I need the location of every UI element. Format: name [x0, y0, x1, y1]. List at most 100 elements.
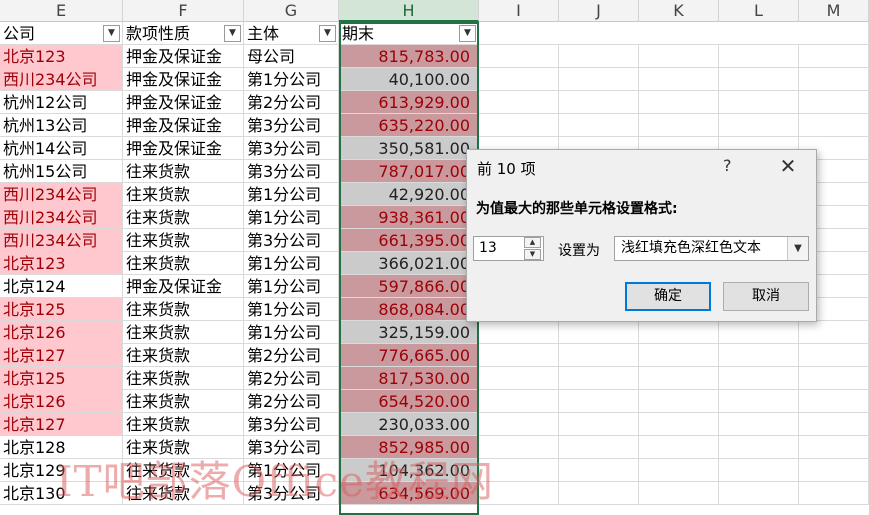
col-header-m[interactable]: M [799, 0, 869, 22]
cell-company[interactable]: 北京130 [0, 482, 123, 505]
cell-nature[interactable]: 往来货款 [123, 390, 244, 413]
cell-nature[interactable]: 往来货款 [123, 298, 244, 321]
empty-cell[interactable] [479, 482, 559, 505]
empty-cell[interactable] [719, 321, 799, 344]
empty-cell[interactable] [719, 114, 799, 137]
cell-nature[interactable]: 往来货款 [123, 183, 244, 206]
spin-down-button[interactable]: ▼ [524, 249, 541, 260]
cell-amount[interactable]: 817,530.00 [339, 367, 479, 390]
empty-cell[interactable] [799, 68, 869, 91]
empty-cell[interactable] [799, 344, 869, 367]
cell-company[interactable]: 杭州15公司 [0, 160, 123, 183]
cell-amount[interactable]: 40,100.00 [339, 68, 479, 91]
empty-cell[interactable] [479, 91, 559, 114]
cell-nature[interactable]: 往来货款 [123, 482, 244, 505]
empty-cell[interactable] [719, 482, 799, 505]
empty-cell[interactable] [639, 114, 719, 137]
cell-amount[interactable]: 868,084.00 [339, 298, 479, 321]
cell-company[interactable]: 杭州13公司 [0, 114, 123, 137]
empty-cell[interactable] [479, 367, 559, 390]
empty-cell[interactable] [479, 459, 559, 482]
empty-cell[interactable] [559, 413, 639, 436]
cell-company[interactable]: 西川234公司 [0, 68, 123, 91]
col-header-k[interactable]: K [639, 0, 719, 22]
cell-amount[interactable]: 366,021.00 [339, 252, 479, 275]
cell-amount[interactable]: 661,395.00 [339, 229, 479, 252]
empty-cell[interactable] [559, 436, 639, 459]
cell-company[interactable]: 北京125 [0, 367, 123, 390]
cell-entity[interactable]: 第3分公司 [244, 160, 339, 183]
cell-nature[interactable]: 往来货款 [123, 252, 244, 275]
filter-dropdown-icon[interactable]: ▼ [459, 25, 476, 42]
cell-nature[interactable]: 往来货款 [123, 436, 244, 459]
col-header-e[interactable]: E [0, 0, 123, 22]
header-company[interactable]: 公司 ▼ [0, 22, 123, 45]
cancel-button[interactable]: 取消 [723, 282, 809, 311]
cell-amount[interactable]: 597,866.00 [339, 275, 479, 298]
empty-cell[interactable] [559, 390, 639, 413]
empty-cell[interactable] [719, 413, 799, 436]
cell-company[interactable]: 北京127 [0, 344, 123, 367]
cell-company[interactable]: 西川234公司 [0, 206, 123, 229]
col-header-g[interactable]: G [244, 0, 339, 22]
spin-up-button[interactable]: ▲ [524, 237, 541, 248]
empty-cell[interactable] [639, 413, 719, 436]
cell-company[interactable]: 北京125 [0, 298, 123, 321]
cell-company[interactable]: 北京127 [0, 413, 123, 436]
empty-cell[interactable] [479, 344, 559, 367]
empty-cell[interactable] [719, 367, 799, 390]
empty-cell[interactable] [559, 344, 639, 367]
empty-cell[interactable] [719, 459, 799, 482]
cell-entity[interactable]: 第3分公司 [244, 482, 339, 505]
header-period_end[interactable]: 期末 ▼ [339, 22, 479, 45]
cell-amount[interactable]: 776,665.00 [339, 344, 479, 367]
cell-nature[interactable]: 往来货款 [123, 321, 244, 344]
empty-cell[interactable] [559, 45, 639, 68]
empty-cell[interactable] [799, 413, 869, 436]
empty-cell[interactable] [719, 91, 799, 114]
empty-cell[interactable] [639, 91, 719, 114]
empty-cell[interactable] [799, 436, 869, 459]
cell-nature[interactable]: 往来货款 [123, 459, 244, 482]
cell-amount[interactable]: 787,017.00 [339, 160, 479, 183]
empty-cell[interactable] [719, 68, 799, 91]
empty-cell[interactable] [719, 45, 799, 68]
cell-amount[interactable]: 852,985.00 [339, 436, 479, 459]
chevron-down-icon[interactable]: ▼ [787, 237, 808, 260]
cell-amount[interactable]: 230,033.00 [339, 413, 479, 436]
empty-cell[interactable] [479, 68, 559, 91]
cell-nature[interactable]: 往来货款 [123, 229, 244, 252]
empty-cell[interactable] [559, 459, 639, 482]
empty-cell[interactable] [719, 436, 799, 459]
cell-company[interactable]: 杭州12公司 [0, 91, 123, 114]
empty-cell[interactable] [639, 321, 719, 344]
empty-cell[interactable] [799, 459, 869, 482]
cell-nature[interactable]: 往来货款 [123, 160, 244, 183]
cell-amount[interactable]: 104,362.00 [339, 459, 479, 482]
cell-company[interactable]: 北京123 [0, 252, 123, 275]
cell-nature[interactable]: 往来货款 [123, 367, 244, 390]
col-header-l[interactable]: L [719, 0, 799, 22]
empty-cell[interactable] [719, 390, 799, 413]
empty-cell[interactable] [559, 91, 639, 114]
cell-amount[interactable]: 654,520.00 [339, 390, 479, 413]
cell-entity[interactable]: 第3分公司 [244, 114, 339, 137]
empty-cell[interactable] [799, 114, 869, 137]
cell-company[interactable]: 北京129 [0, 459, 123, 482]
empty-cell[interactable] [639, 482, 719, 505]
empty-cell[interactable] [479, 390, 559, 413]
ok-button[interactable]: 确定 [625, 282, 711, 311]
cell-amount[interactable]: 350,581.00 [339, 137, 479, 160]
empty-cell[interactable] [559, 482, 639, 505]
empty-cell[interactable] [639, 390, 719, 413]
cell-amount[interactable]: 635,220.00 [339, 114, 479, 137]
empty-cell[interactable] [639, 344, 719, 367]
cell-company[interactable]: 西川234公司 [0, 183, 123, 206]
empty-cell[interactable] [559, 367, 639, 390]
header-nature[interactable]: 款项性质 ▼ [123, 22, 244, 45]
cell-entity[interactable]: 第1分公司 [244, 459, 339, 482]
cell-company[interactable]: 北京126 [0, 321, 123, 344]
cell-entity[interactable]: 第1分公司 [244, 206, 339, 229]
close-icon[interactable]: ✕ [777, 154, 799, 178]
cell-entity[interactable]: 第3分公司 [244, 413, 339, 436]
